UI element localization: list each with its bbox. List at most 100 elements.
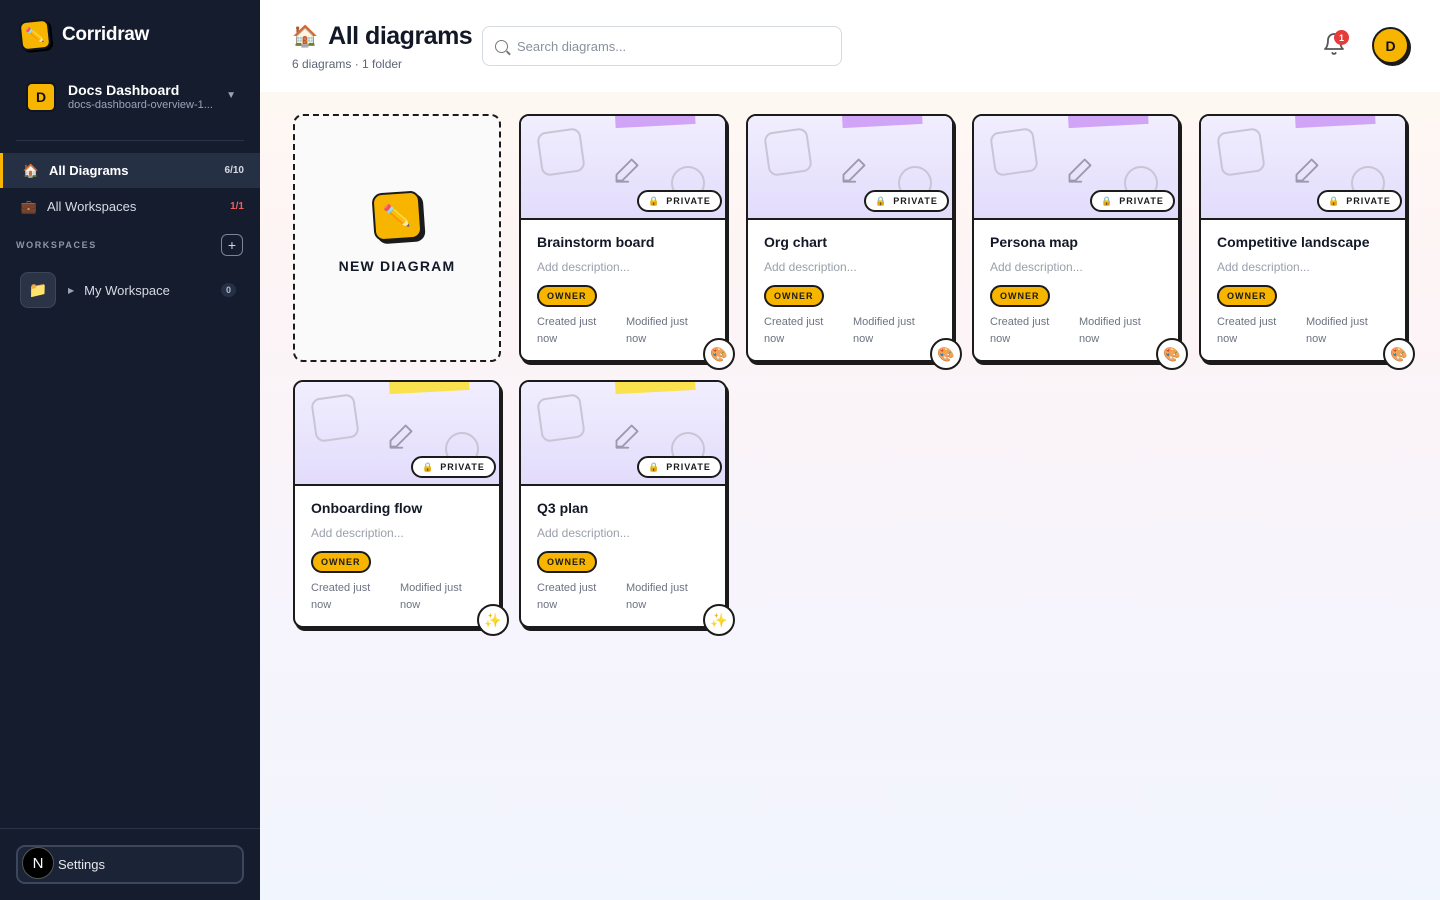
privacy-label: PRIVATE: [1346, 196, 1391, 206]
new-diagram-button[interactable]: ✏️ NEW DIAGRAM: [293, 114, 501, 362]
role-badge: OWNER: [1217, 285, 1277, 307]
privacy-badge: 🔒 PRIVATE: [1090, 190, 1175, 212]
pen-icon: [1295, 158, 1319, 183]
role-badge: OWNER: [311, 551, 371, 573]
nav-count: 1/1: [230, 201, 244, 212]
pencil-icon: ✏️: [371, 190, 423, 242]
add-workspace-button[interactable]: +: [221, 234, 243, 256]
nav-label: All Workspaces: [47, 199, 137, 214]
role-badge: OWNER: [990, 285, 1050, 307]
pen-icon: [615, 424, 639, 449]
square-shape-icon: [763, 127, 813, 177]
privacy-label: PRIVATE: [666, 196, 711, 206]
lock-icon: 🔒: [648, 195, 661, 206]
diagram-description[interactable]: Add description...: [537, 526, 630, 540]
chevron-right-icon[interactable]: ▶: [68, 286, 74, 295]
sparkles-icon[interactable]: ✨: [703, 604, 735, 636]
role-badge: OWNER: [764, 285, 824, 307]
tape-decoration: [614, 116, 696, 129]
page-title-wrap: 🏠 All diagrams: [292, 22, 473, 51]
square-shape-icon: [989, 127, 1039, 177]
sparkles-icon[interactable]: ✨: [477, 604, 509, 636]
settings-label: Settings: [58, 857, 105, 872]
square-shape-icon: [536, 393, 586, 443]
workspaces-heading: WORKSPACES: [16, 240, 97, 250]
nav-all-workspaces[interactable]: 💼 All Workspaces 1/1: [0, 189, 260, 224]
modified-time: Modified just now: [626, 316, 688, 346]
privacy-label: PRIVATE: [1119, 196, 1164, 206]
diagram-title: Q3 plan: [537, 500, 589, 516]
pen-icon: [842, 158, 866, 183]
privacy-label: PRIVATE: [666, 462, 711, 472]
nav-count: 6/10: [224, 165, 244, 176]
search-icon: [495, 39, 508, 53]
square-shape-icon: [536, 127, 586, 177]
workspace-switcher[interactable]: D Docs Dashboard docs-dashboard-overview…: [26, 80, 246, 114]
palette-icon[interactable]: 🎨: [1156, 338, 1188, 370]
diagram-description[interactable]: Add description...: [764, 260, 857, 274]
topbar: 🏠 All diagrams 6 diagrams · 1 folder 1 D: [260, 0, 1440, 92]
palette-icon[interactable]: 🎨: [930, 338, 962, 370]
role-badge: OWNER: [537, 551, 597, 573]
modified-time: Modified just now: [1079, 316, 1141, 346]
diagram-title: Persona map: [990, 234, 1078, 250]
created-time: Created just now: [311, 582, 371, 612]
created-time: Created just now: [990, 316, 1050, 346]
workspace-avatar: D: [26, 82, 56, 112]
page-title: All diagrams: [328, 22, 473, 50]
diagram-thumbnail: 🔒 PRIVATE: [1201, 116, 1405, 220]
main-content: 🏠 All diagrams 6 diagrams · 1 folder 1 D…: [260, 0, 1440, 900]
created-time: Created just now: [764, 316, 824, 346]
folder-icon: 📁: [20, 272, 56, 308]
modified-time: Modified just now: [853, 316, 915, 346]
diagram-description[interactable]: Add description...: [311, 526, 404, 540]
user-avatar[interactable]: D: [1372, 27, 1409, 64]
modified-time: Modified just now: [400, 582, 462, 612]
diagram-description[interactable]: Add description...: [537, 260, 630, 274]
nav-label: All Diagrams: [49, 163, 129, 178]
privacy-badge: 🔒 PRIVATE: [1317, 190, 1402, 212]
search-input[interactable]: [517, 38, 817, 54]
workspace-item-count: 0: [220, 283, 236, 297]
created-time: Created just now: [537, 582, 597, 612]
n-badge-icon[interactable]: N: [22, 847, 54, 879]
app-name: Corridraw: [62, 24, 150, 45]
diagram-title: Onboarding flow: [311, 500, 423, 516]
workspace-item-my-workspace[interactable]: 📁 ▶ My Workspace 0: [20, 272, 242, 308]
diagram-card[interactable]: 🔒 PRIVATE Competitive landscape Add desc…: [1199, 114, 1415, 370]
diagram-description[interactable]: Add description...: [990, 260, 1083, 274]
privacy-label: PRIVATE: [893, 196, 938, 206]
search-box[interactable]: [482, 26, 842, 66]
divider: [0, 828, 260, 829]
diagram-title: Brainstorm board: [537, 234, 655, 250]
pencil-logo-icon: ✏️: [18, 18, 52, 52]
role-badge: OWNER: [537, 285, 597, 307]
palette-icon[interactable]: 🎨: [1383, 338, 1415, 370]
diagram-thumbnail: 🔒 PRIVATE: [748, 116, 952, 220]
nav-all-diagrams[interactable]: 🏠 All Diagrams 6/10: [0, 153, 260, 188]
house-icon: 🏠: [292, 24, 319, 48]
page-subtitle: 6 diagrams · 1 folder: [292, 57, 403, 71]
tape-decoration: [614, 382, 696, 395]
square-shape-icon: [310, 393, 360, 443]
house-icon: 🏠: [22, 162, 40, 178]
privacy-label: PRIVATE: [440, 462, 485, 472]
square-shape-icon: [1216, 127, 1266, 177]
tape-decoration: [841, 116, 923, 129]
created-time: Created just now: [1217, 316, 1277, 346]
workspace-name: Docs Dashboard: [68, 82, 180, 98]
diagram-card[interactable]: 🔒 PRIVATE Persona map Add description...…: [972, 114, 1188, 370]
diagram-card[interactable]: 🔒 PRIVATE Brainstorm board Add descripti…: [519, 114, 735, 370]
diagram-card[interactable]: 🔒 PRIVATE Onboarding flow Add descriptio…: [293, 380, 509, 636]
brand[interactable]: ✏️ Corridraw: [18, 18, 150, 52]
lock-icon: 🔒: [1101, 195, 1114, 206]
diagram-card[interactable]: 🔒 PRIVATE Org chart Add description... O…: [746, 114, 962, 370]
pen-icon: [389, 424, 413, 449]
diagram-card[interactable]: 🔒 PRIVATE Q3 plan Add description... OWN…: [519, 380, 735, 636]
lock-icon: 🔒: [875, 195, 888, 206]
privacy-badge: 🔒 PRIVATE: [864, 190, 949, 212]
palette-icon[interactable]: 🎨: [703, 338, 735, 370]
diagram-description[interactable]: Add description...: [1217, 260, 1310, 274]
workspace-item-label: My Workspace: [84, 282, 170, 298]
diagram-title: Competitive landscape: [1217, 234, 1370, 250]
